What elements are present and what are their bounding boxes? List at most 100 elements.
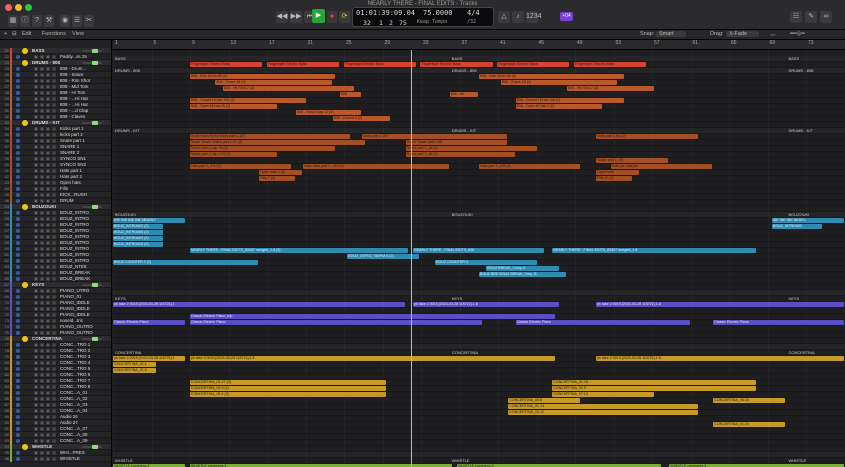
region[interactable]: pk take 2 0015 [2023-03-28 115721].1.8 <box>413 302 559 307</box>
region[interactable]: Hats part 1_9.3 (2) <box>189 164 292 169</box>
tuner-icon[interactable]: ♪ <box>512 11 524 23</box>
input-monitor-button[interactable]: I <box>52 199 56 203</box>
solo-button[interactable]: S <box>40 223 44 227</box>
region[interactable]: BOUZ_INTRO#03 (2) <box>113 236 164 241</box>
mute-button[interactable]: M <box>34 403 38 407</box>
mute-button[interactable]: M <box>34 355 38 359</box>
mute-button[interactable]: M <box>34 307 38 311</box>
solo-button[interactable]: S <box>40 235 44 239</box>
record-arm-button[interactable]: R <box>46 403 50 407</box>
region[interactable]: 808 - Kick Drum.88 (2) <box>189 74 336 79</box>
input-monitor-button[interactable]: I <box>52 313 56 317</box>
solo-button[interactable]: S <box>40 181 44 185</box>
mute-button[interactable]: M <box>34 421 38 425</box>
mute-button[interactable]: M <box>34 433 38 437</box>
region[interactable]: Fingerstyle Electric Bass <box>343 62 416 67</box>
region[interactable]: NEARLY THERE - FINAL EDITS_83457 merged_… <box>189 248 409 253</box>
mute-button[interactable]: M <box>34 139 38 143</box>
region[interactable]: CONCERTINA_01.14 <box>508 404 698 409</box>
input-monitor-button[interactable]: I <box>52 397 56 401</box>
input-monitor-button[interactable]: I <box>52 151 56 155</box>
record-arm-button[interactable]: R <box>46 199 50 203</box>
record-arm-button[interactable]: R <box>46 415 50 419</box>
region[interactable]: Snare part 2_48 (2) <box>405 152 515 157</box>
region[interactable]: Open hats 1 (2) <box>259 170 303 175</box>
record-arm-button[interactable]: R <box>46 97 50 101</box>
bar-ruler[interactable]: 1 5 9 13 17 21 25 29 33 37 41 45 49 53 57 61 65 69 73 <box>113 40 845 50</box>
mute-button[interactable]: M <box>34 385 38 389</box>
record-arm-button[interactable]: R <box>46 67 50 71</box>
solo-button[interactable]: S <box>40 271 44 275</box>
rewind-icon[interactable]: ◀◀ <box>276 11 288 23</box>
input-monitor-button[interactable]: I <box>52 211 56 215</box>
region[interactable]: Classic Electric Piano_trip <box>189 314 555 319</box>
record-arm-button[interactable]: R <box>46 355 50 359</box>
region[interactable]: Classic Electric Piano <box>515 320 691 325</box>
mute-button[interactable]: M <box>34 73 38 77</box>
record-arm-button[interactable]: R <box>46 295 50 299</box>
region[interactable]: Snare part 2_38 (2) <box>405 146 537 151</box>
editors-icon[interactable]: ✂ <box>84 15 94 27</box>
record-arm-button[interactable]: R <box>46 55 50 59</box>
solo-button[interactable]: S <box>40 307 44 311</box>
region[interactable]: kicks part 2.64 (2) <box>596 134 698 139</box>
input-monitor-button[interactable]: I <box>52 439 56 443</box>
input-monitor-button[interactable]: I <box>52 145 56 149</box>
volume-slider[interactable] <box>82 337 102 341</box>
region[interactable]: Snare part 2_bip.76 (2) <box>189 146 336 151</box>
solo-button[interactable]: S <box>40 295 44 299</box>
region[interactable]: Hats Hats part 2_123 (2) <box>303 164 449 169</box>
region[interactable]: Snare part 2_bip.1.03 (2) <box>189 152 277 157</box>
input-monitor-button[interactable]: I <box>52 187 56 191</box>
input-monitor-button[interactable]: I <box>52 79 56 83</box>
input-monitor-button[interactable]: I <box>52 223 56 227</box>
record-arm-button[interactable]: R <box>46 139 50 143</box>
record-arm-button[interactable]: R <box>46 193 50 197</box>
record-arm-button[interactable]: R <box>46 385 50 389</box>
solo-button[interactable]: S <box>40 109 44 113</box>
region[interactable]: INE INE INE NEARL <box>771 218 844 223</box>
input-monitor-button[interactable]: I <box>52 181 56 185</box>
track-name[interactable]: WHISTLE <box>60 456 80 462</box>
record-arm-button[interactable]: R <box>46 247 50 251</box>
library-icon[interactable]: ▦ <box>8 15 18 27</box>
plugin-badge[interactable]: +04 <box>560 12 573 21</box>
region[interactable]: INE INE INE INE NEARLY <box>113 218 186 223</box>
record-arm-button[interactable]: R <box>46 151 50 155</box>
input-monitor-button[interactable]: I <box>52 427 56 431</box>
solo-button[interactable]: S <box>40 439 44 443</box>
volume-knob[interactable] <box>92 49 98 53</box>
snap-dropdown[interactable]: Smart <box>656 31 686 37</box>
record-arm-button[interactable]: R <box>46 457 50 461</box>
mixer-icon[interactable]: ☰ <box>72 15 82 27</box>
record-arm-button[interactable]: R <box>46 271 50 275</box>
mute-button[interactable]: M <box>34 67 38 71</box>
solo-button[interactable]: S <box>40 229 44 233</box>
mute-button[interactable]: M <box>34 319 38 323</box>
input-monitor-button[interactable]: I <box>52 253 56 257</box>
metronome-icon[interactable]: △ <box>498 11 510 23</box>
volume-knob[interactable] <box>92 121 98 125</box>
solo-button[interactable]: S <box>40 451 44 455</box>
solo-button[interactable]: S <box>40 217 44 221</box>
mute-button[interactable]: M <box>34 217 38 221</box>
input-monitor-button[interactable]: I <box>52 265 56 269</box>
record-arm-button[interactable]: R <box>46 433 50 437</box>
region[interactable]: Fingerstyle Electric Bass <box>266 62 339 67</box>
record-arm-button[interactable]: R <box>46 289 50 293</box>
region[interactable]: 808 - Hit Shot.7 (2) <box>222 86 354 91</box>
quick-help-icon[interactable]: ? <box>32 15 42 27</box>
mute-button[interactable]: M <box>34 115 38 119</box>
region[interactable]: BOUZ_INTRO#03 (2) <box>113 224 164 229</box>
volume-knob[interactable] <box>92 283 98 287</box>
solo-button[interactable]: S <box>40 145 44 149</box>
record-arm-button[interactable]: R <box>46 343 50 347</box>
solo-button[interactable]: S <box>40 151 44 155</box>
region[interactable]: Snare Snare part.1.68 <box>405 140 508 145</box>
region[interactable]: 808 - Open Hi Hat.26 (2) <box>189 104 277 109</box>
input-monitor-button[interactable]: I <box>52 373 56 377</box>
region[interactable]: CONCERTINA_01.27 (2) <box>189 380 387 385</box>
mute-button[interactable]: M <box>34 289 38 293</box>
region[interactable]: 808 - Hand Clap.12 (2) <box>296 110 361 115</box>
mute-button[interactable]: M <box>34 367 38 371</box>
